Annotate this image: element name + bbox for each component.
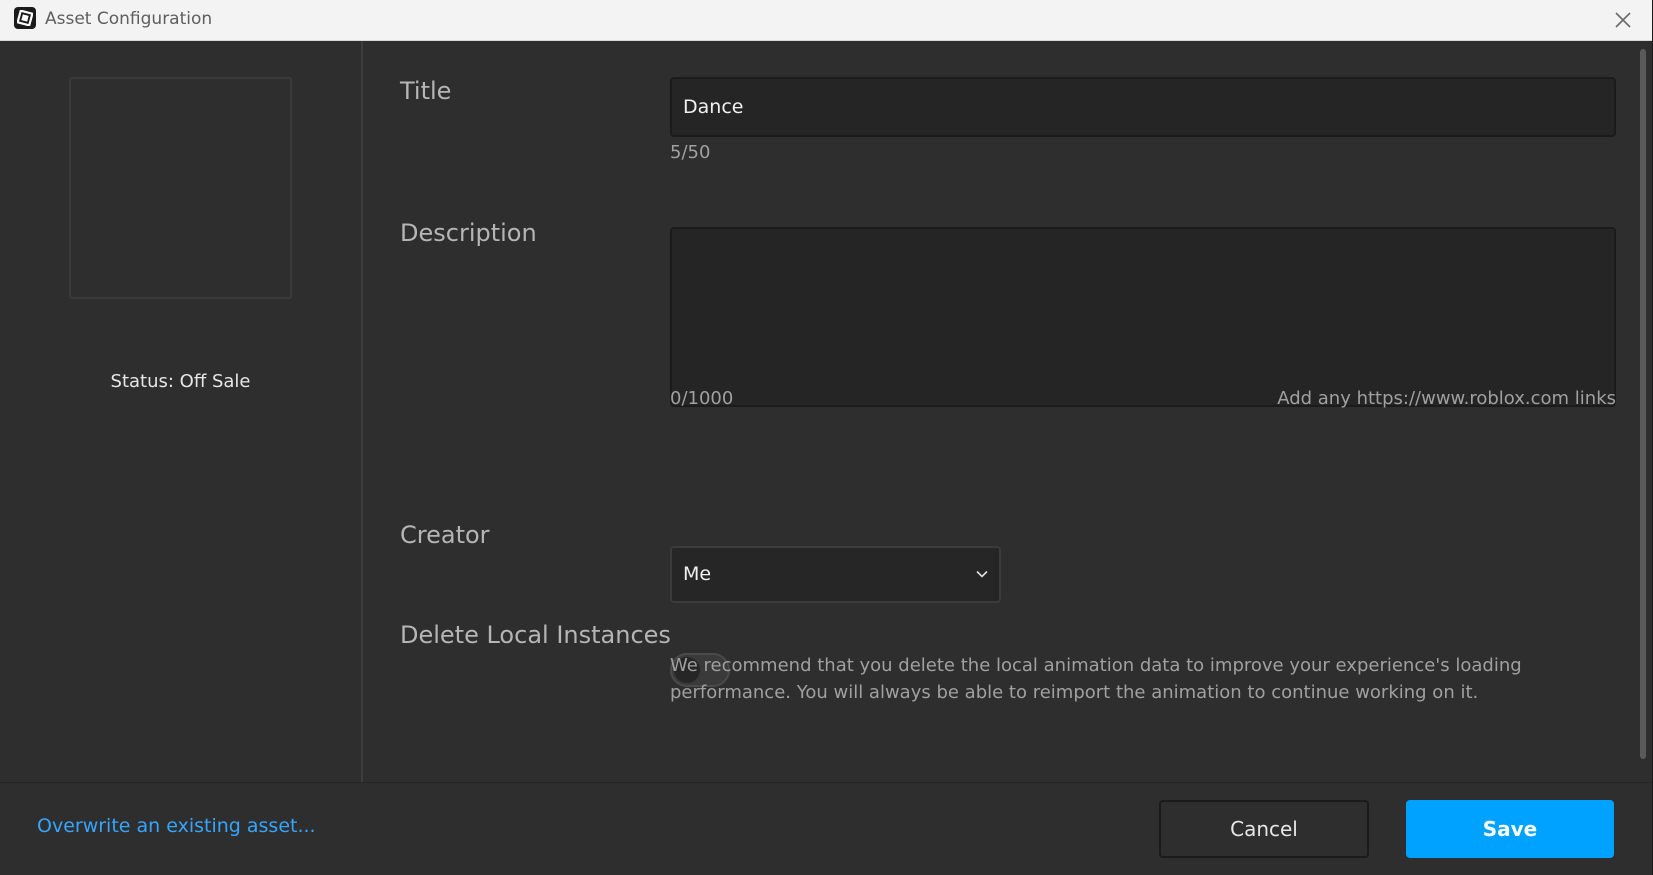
window-title: Asset Configuration: [45, 9, 213, 29]
scrollbar-thumb[interactable]: [1640, 49, 1646, 759]
delete-local-instances-label: Delete Local Instances: [400, 621, 671, 649]
creator-selected-value: Me: [683, 563, 712, 585]
chevron-down-icon: [976, 570, 988, 578]
configuration-form: Title Dance 5/50 Description 0/1000 Add …: [363, 41, 1646, 782]
asset-configuration-window: Asset Configuration Status: Off Sale Tit…: [0, 0, 1653, 875]
description-input[interactable]: [670, 227, 1616, 407]
description-counter: 0/1000: [670, 388, 734, 409]
title-label: Title: [400, 77, 452, 105]
close-icon: [1615, 12, 1631, 28]
close-button[interactable]: [1608, 5, 1638, 35]
creator-label: Creator: [400, 521, 490, 549]
vertical-scrollbar[interactable]: [1638, 41, 1648, 761]
footer-bar: Overwrite an existing asset... Cancel Sa…: [0, 782, 1652, 875]
overwrite-existing-asset-link[interactable]: Overwrite an existing asset...: [37, 815, 316, 837]
title-input[interactable]: Dance: [670, 77, 1616, 137]
sidebar: Status: Off Sale: [0, 41, 363, 782]
description-hint: Add any https://www.roblox.com links: [1277, 388, 1616, 409]
asset-thumbnail[interactable]: [69, 77, 292, 299]
save-button[interactable]: Save: [1406, 800, 1614, 858]
sale-status: Status: Off Sale: [110, 371, 251, 392]
title-bar: Asset Configuration: [0, 0, 1652, 41]
description-label: Description: [400, 219, 537, 247]
roblox-studio-logo-icon: [14, 7, 36, 29]
delete-local-instances-description: We recommend that you delete the local a…: [670, 655, 1522, 703]
creator-dropdown[interactable]: Me: [670, 546, 1001, 603]
cancel-button[interactable]: Cancel: [1159, 800, 1369, 858]
title-counter: 5/50: [670, 142, 711, 163]
